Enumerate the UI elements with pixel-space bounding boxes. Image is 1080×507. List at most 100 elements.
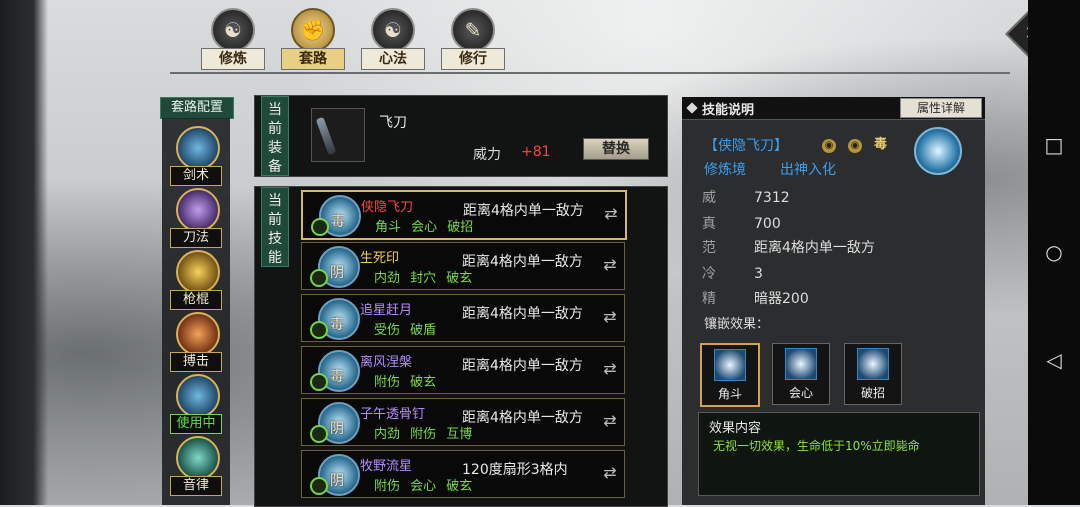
inlay-gem-icon	[785, 348, 817, 380]
skill-level-ring	[310, 425, 328, 443]
blade-icon	[176, 188, 220, 232]
inlay-name: 破招	[860, 386, 885, 400]
stat-row: 精暗器200	[702, 291, 809, 307]
xiulian-emblem-icon: ☯	[211, 8, 255, 52]
category-blade[interactable]: 刀法	[168, 188, 224, 248]
category-header: 套路配置	[160, 97, 234, 119]
category-spear[interactable]: 枪棍	[168, 250, 224, 310]
swap-icon[interactable]: ⇄	[600, 359, 620, 379]
sword-icon	[176, 126, 220, 170]
diamond-icon	[686, 102, 698, 114]
skill-tags: 受伤 破盾	[374, 323, 437, 338]
back-icon[interactable]: ◁	[1044, 350, 1064, 370]
tab-xinfa[interactable]: ☯ 心法	[355, 8, 429, 70]
inlay-gem-icon	[714, 349, 746, 381]
skill-detail-panel: 技能说明 属性详解 【侠隐飞刀】 ◉ ◉ 毒 修炼境 出神入化 威 7312 真 700…	[682, 97, 985, 505]
skill-name: 侠隐飞刀	[361, 200, 414, 215]
stat-row: 威 7312	[702, 190, 790, 206]
power-value: +81	[521, 144, 551, 160]
home-icon[interactable]: ○	[1044, 242, 1064, 262]
recents-icon[interactable]: □	[1044, 135, 1064, 155]
skill-tags: 附伤 会心 破玄	[374, 479, 473, 494]
swap-icon[interactable]: ⇄	[600, 307, 620, 327]
xiuxing-emblem-icon: ✎	[451, 8, 495, 52]
fist-icon	[176, 312, 220, 356]
condition-icon: ◉	[848, 139, 862, 153]
skill-tags: 内劲 附伤 互博	[374, 427, 473, 442]
detail-header: 技能说明 属性详解	[682, 97, 985, 120]
category-music[interactable]: 音律	[168, 436, 224, 496]
swap-icon[interactable]: ⇄	[601, 204, 621, 224]
skill-name: 离风涅槃	[360, 355, 413, 370]
skill-row[interactable]: 阴 牧野流星 附伤 会心 破玄 120度扇形3格内 ⇄	[301, 450, 625, 498]
swap-icon[interactable]: ⇄	[600, 463, 620, 483]
stat-row: 冷3	[702, 266, 763, 282]
skill-range: 120度扇形3格内	[462, 462, 568, 478]
category-label: 枪棍	[170, 290, 222, 310]
category-sword[interactable]: 剑术	[168, 126, 224, 186]
xinfa-emblem-icon: ☯	[371, 8, 415, 52]
tab-label: 修炼	[201, 48, 265, 70]
spear-icon	[176, 250, 220, 294]
tab-xiulian[interactable]: ☯ 修炼	[195, 8, 269, 70]
skill-level-ring	[311, 218, 329, 236]
taolu-emblem-icon: ✊	[291, 8, 335, 52]
swap-icon[interactable]: ⇄	[600, 255, 620, 275]
swap-icon[interactable]: ⇄	[600, 411, 620, 431]
category-hidden-weapon[interactable]: 使用中	[168, 374, 224, 434]
realm-label: 修炼境	[704, 162, 746, 178]
category-panel: 剑术 刀法 枪棍 搏击 使用中 音律	[162, 118, 230, 505]
inlay-gem-icon	[857, 348, 889, 380]
skill-level-ring	[310, 269, 328, 287]
inlay-slot[interactable]: 破招	[844, 343, 902, 405]
replace-button[interactable]: 替换	[583, 138, 649, 160]
skill-row[interactable]: 毒 追星赶月 受伤 破盾 距离4格内单一敌方 ⇄	[301, 294, 625, 342]
skill-badge: 阴	[330, 473, 344, 489]
left-edge-strip	[0, 0, 48, 505]
hidden-weapon-icon	[176, 374, 220, 418]
flying-knife-icon[interactable]	[311, 108, 365, 162]
skill-row[interactable]: 阴 子午透骨钉 内劲 附伤 互博 距离4格内单一敌方 ⇄	[301, 398, 625, 446]
category-label: 音律	[170, 476, 222, 496]
equipment-tag: 当前装备	[261, 96, 289, 176]
top-nav: ☯ 修炼 ✊ 套路 ☯ 心法 ✎ 修行	[195, 8, 509, 70]
category-label: 使用中	[170, 414, 222, 434]
skill-badge: 毒	[330, 317, 344, 333]
skills-tag: 当前技能	[261, 187, 289, 267]
effect-text: 无视一切效果，生命低于10%立即毙命	[713, 439, 920, 453]
skill-range: 距离4格内单一敌方	[463, 203, 584, 219]
skill-tags: 角斗 会心 破招	[375, 220, 474, 235]
inlay-slot[interactable]: 会心	[772, 343, 830, 405]
skill-badge: 毒	[330, 369, 344, 385]
category-fist[interactable]: 搏击	[168, 312, 224, 372]
inlay-name: 角斗	[717, 387, 742, 401]
skill-level-ring	[310, 373, 328, 391]
skill-range: 距离4格内单一敌方	[462, 254, 583, 270]
skill-row[interactable]: 毒 离风涅槃 附伤 破玄 距离4格内单一敌方 ⇄	[301, 346, 625, 394]
skill-row[interactable]: 阴 生死印 内劲 封穴 破玄 距离4格内单一敌方 ⇄	[301, 242, 625, 290]
skill-range: 距离4格内单一敌方	[462, 410, 583, 426]
skill-name: 牧野流星	[360, 459, 413, 474]
tab-taolu[interactable]: ✊ 套路	[275, 8, 349, 70]
category-label: 刀法	[170, 228, 222, 248]
skill-tags: 内劲 封穴 破玄	[374, 271, 473, 286]
equipment-name: 飞刀	[379, 115, 407, 131]
skill-badge: 阴	[330, 421, 344, 437]
current-skills-panel: 当前技能 毒 侠隐飞刀 角斗 会心 破招 距离4格内单一敌方 ⇄ 阴 生死印 内…	[254, 186, 668, 507]
attribute-detail-button[interactable]: 属性详解	[900, 98, 982, 118]
effect-box: 效果内容 无视一切效果，生命低于10%立即毙命	[698, 412, 980, 496]
category-label: 搏击	[170, 352, 222, 372]
music-icon	[176, 436, 220, 480]
condition-icons: ◉ ◉ 毒	[822, 133, 887, 153]
system-nav-bar: □ ○ ◁	[1028, 0, 1080, 505]
detail-title: 技能说明	[702, 103, 755, 118]
inlay-slot[interactable]: 角斗	[700, 343, 760, 407]
inlay-label: 镶嵌效果：	[704, 317, 770, 332]
nav-divider	[170, 72, 1010, 74]
skill-row[interactable]: 毒 侠隐飞刀 角斗 会心 破招 距离4格内单一敌方 ⇄	[301, 190, 627, 240]
skill-name: 子午透骨钉	[360, 407, 426, 422]
tab-xiuxing[interactable]: ✎ 修行	[435, 8, 509, 70]
stat-row: 真 700	[702, 216, 781, 232]
inlay-name: 会心	[788, 386, 813, 400]
tab-label: 套路	[281, 48, 345, 70]
